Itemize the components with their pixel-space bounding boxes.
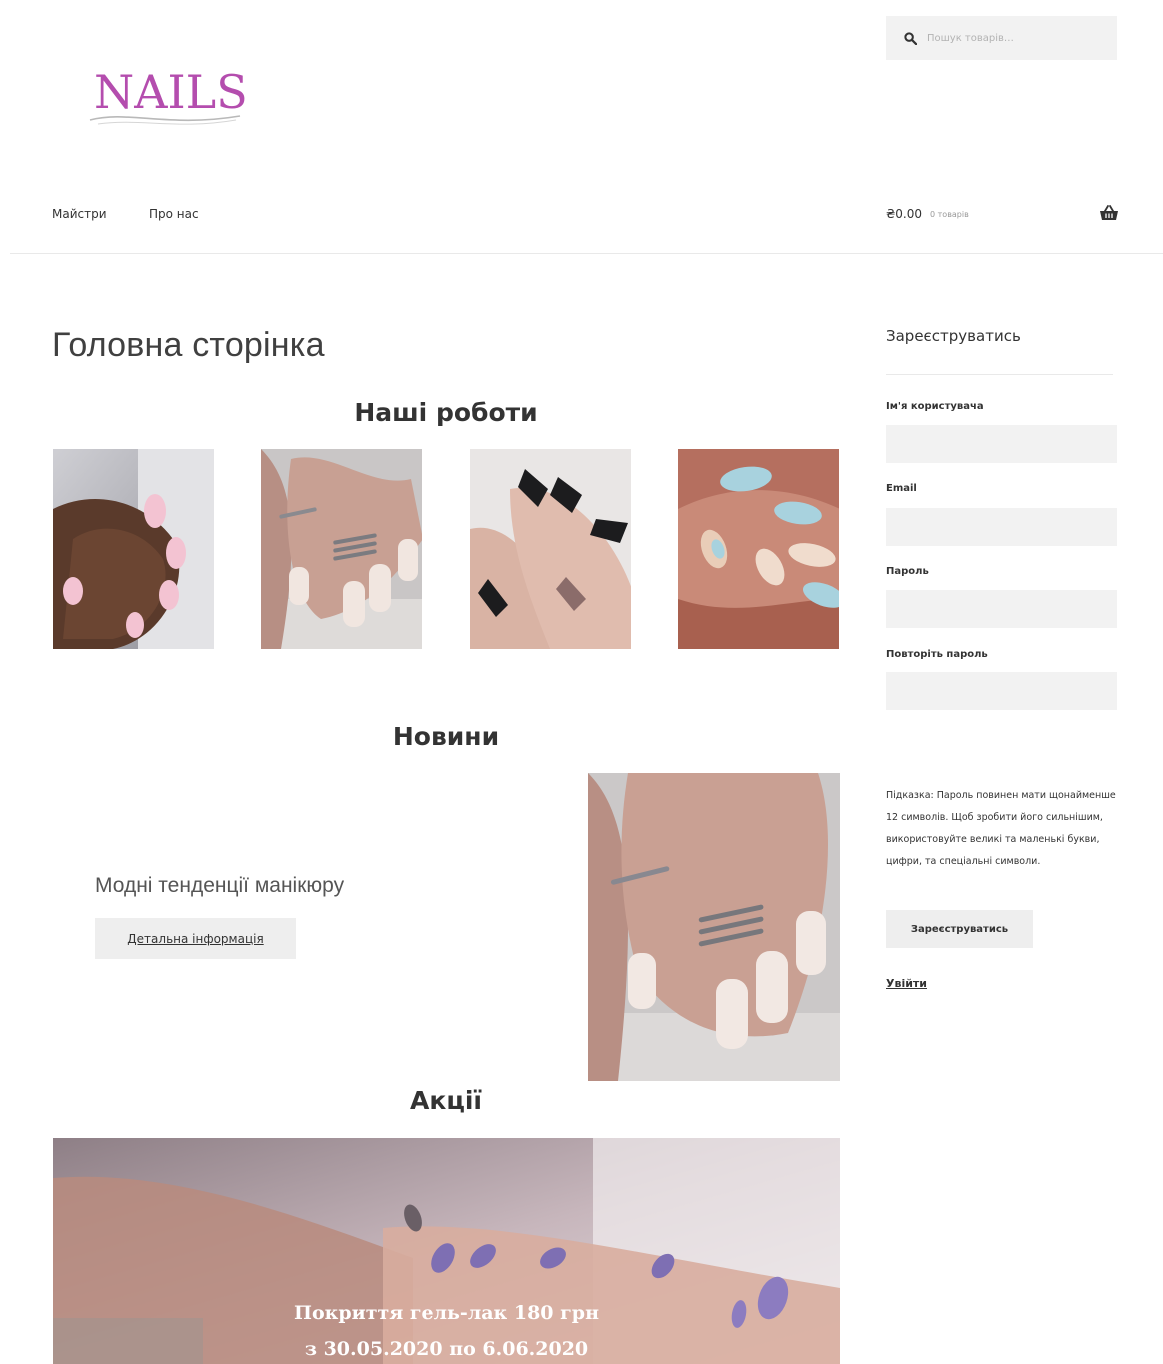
site-logo[interactable]: NAILS [88, 62, 248, 132]
cart-count[interactable]: 0 товарів [930, 210, 969, 219]
logo-text: NAILS [94, 65, 248, 119]
register-widget-title: Зареєструватись [886, 327, 1021, 345]
search-input[interactable] [925, 31, 1099, 45]
email-label: Email [886, 483, 917, 494]
register-button[interactable]: Зареєструватись [886, 910, 1033, 948]
login-link[interactable]: Увійти [886, 977, 927, 990]
news-heading: Новини [392, 722, 500, 751]
cart-amount[interactable]: ₴0.00 [886, 207, 922, 221]
page-title: Головна сторінка [52, 326, 325, 364]
promo-heading: Акції [410, 1086, 482, 1115]
search-icon [904, 31, 917, 45]
sidebar-divider [886, 374, 1113, 375]
nav-item-about[interactable]: Про нас [149, 207, 199, 221]
password-label: Пароль [886, 566, 929, 577]
basket-icon[interactable] [1099, 205, 1119, 221]
password-field[interactable] [886, 590, 1117, 628]
repeat-password-field[interactable] [886, 672, 1117, 710]
email-field[interactable] [886, 508, 1117, 546]
username-field[interactable] [886, 425, 1117, 463]
news-item-title: Модні тенденції манікюру [95, 874, 345, 897]
work-photo-1[interactable] [53, 449, 214, 649]
promo-banner[interactable]: Покриття гель-лак 180 грн з 30.05.2020 п… [53, 1138, 840, 1364]
details-button[interactable]: Детальна інформація [95, 918, 296, 959]
header-divider [10, 253, 1163, 254]
username-label: Ім'я користувача [886, 401, 984, 412]
promo-line-2: з 30.05.2020 по 6.06.2020 [304, 1338, 589, 1360]
nav-item-masters[interactable]: Майстри [52, 207, 107, 221]
promo-line-1: Покриття гель-лак 180 грн [294, 1302, 599, 1324]
repeat-password-label: Повторіть пароль [886, 649, 988, 660]
work-photo-4[interactable] [678, 449, 839, 649]
work-photo-2[interactable] [261, 449, 422, 649]
product-search[interactable] [886, 16, 1117, 60]
logo-graphic: NAILS [89, 65, 248, 125]
work-photo-3[interactable] [470, 449, 631, 649]
password-hint: Підказка: Пароль повинен мати щонайменше… [886, 790, 1116, 867]
news-photo[interactable] [588, 773, 840, 1081]
works-heading: Наші роботи [354, 398, 538, 427]
